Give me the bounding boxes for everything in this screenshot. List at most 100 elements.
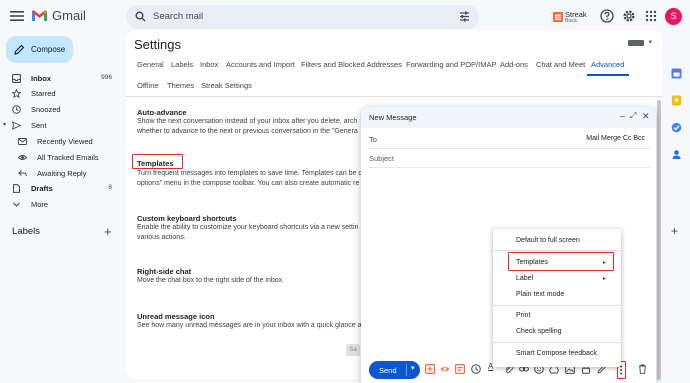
help-icon[interactable] [600, 9, 614, 23]
clock-icon [12, 105, 21, 114]
tab-inbox[interactable]: Inbox [200, 60, 218, 69]
tab-chat-meet[interactable]: Chat and Meet [536, 60, 585, 69]
streak-plan: Basic [565, 18, 578, 24]
tab-streak-settings[interactable]: Streak Settings [201, 81, 252, 90]
submenu-arrow-icon: ▸ [603, 276, 607, 282]
tab-addons[interactable]: Add-ons [500, 60, 528, 69]
menu-item-check-spelling[interactable]: Check spelling [516, 328, 562, 335]
section-body: Show the next conversation instead of yo… [137, 118, 358, 125]
sidebar-item-label: Sent [31, 121, 47, 130]
subject-field[interactable]: Subject [369, 154, 394, 163]
tab-accounts-import[interactable]: Accounts and Import [226, 60, 295, 69]
section-body: whether to advance to the next or previo… [137, 128, 358, 135]
tasks-icon[interactable] [671, 122, 682, 133]
menu-icon [10, 11, 24, 21]
gmail-logo-icon [32, 10, 47, 21]
sidebar-item-count: 996 [101, 74, 112, 81]
track-eye-icon[interactable] [440, 364, 450, 374]
send-button[interactable]: Send ▾ [369, 361, 420, 379]
apps-grid-icon[interactable] [645, 10, 657, 22]
divider [406, 364, 407, 376]
recipient-options[interactable]: Mail Merge Cc Bcc [586, 135, 645, 142]
search-input[interactable]: Search mail [153, 11, 203, 22]
save-changes-button[interactable]: Sa [346, 344, 360, 356]
gmail-logo[interactable]: Gmail [31, 8, 86, 23]
keep-icon[interactable] [671, 95, 682, 106]
input-tools-icon[interactable] [628, 40, 644, 46]
contacts-icon[interactable] [671, 149, 682, 160]
streak-button[interactable]: Streak Basic [553, 9, 593, 27]
sidebar-item-sent[interactable]: ▾ Sent [0, 118, 122, 133]
menu-item-smart-compose-feedback[interactable]: Smart Compose feedback [516, 350, 597, 357]
streak-icon [553, 12, 563, 22]
sidebar-item-label: Inbox [31, 74, 51, 83]
sidebar-item-drafts[interactable]: Drafts 8 [0, 181, 122, 196]
sidebar-item-label: More [31, 200, 49, 209]
send-label: Send [379, 366, 397, 375]
sidebar-item-label: Starred [31, 89, 56, 98]
search-bar[interactable]: Search mail [126, 5, 479, 29]
section-title: Unread message icon [137, 312, 215, 321]
tune-icon[interactable] [459, 11, 470, 22]
close-icon[interactable]: ✕ [642, 111, 650, 122]
section-title: Templates [137, 159, 174, 168]
tab-general[interactable]: General [137, 60, 164, 69]
sidebar-item-starred[interactable]: Starred [0, 86, 122, 101]
snippet-icon[interactable] [455, 364, 465, 374]
menu-item-templates[interactable]: Templates [516, 259, 548, 266]
menu-item-print[interactable]: Print [516, 312, 530, 319]
chevron-down-icon[interactable]: ▾ [648, 38, 652, 46]
menu-item-full-screen[interactable]: Default to full screen [516, 237, 580, 244]
add-addon-button[interactable]: + [671, 224, 678, 238]
tab-themes[interactable]: Themes [167, 81, 194, 90]
account-avatar[interactable]: S [665, 8, 682, 25]
settings-gear-icon[interactable] [622, 9, 636, 23]
section-title: Right-side chat [137, 267, 192, 276]
expand-caret-icon[interactable]: ▾ [3, 121, 6, 128]
divider [126, 96, 662, 97]
scrollbar-thumb[interactable] [657, 100, 661, 380]
minimize-icon[interactable]: – [620, 111, 625, 121]
tab-filters[interactable]: Filters and Blocked Addresses [301, 60, 402, 69]
section-body: Enable the ability to customize your key… [137, 224, 359, 231]
reply-icon [18, 170, 27, 177]
trash-icon[interactable] [638, 364, 647, 374]
eye-icon [18, 155, 27, 160]
main-menu-button[interactable] [10, 10, 24, 22]
sidebar-item-all-tracked[interactable]: All Tracked Emails [0, 150, 122, 165]
search-icon[interactable] [135, 11, 146, 22]
tab-offline[interactable]: Offline [137, 81, 159, 90]
tab-labels[interactable]: Labels [171, 60, 193, 69]
sidebar-item-label: Recently Viewed [37, 137, 93, 146]
menu-item-label[interactable]: Label [516, 275, 533, 282]
sidebar-item-awaiting-reply[interactable]: Awaiting Reply [0, 166, 122, 181]
tab-forwarding[interactable]: Forwarding and POP/IMAP [406, 60, 496, 69]
compose-title: New Message [369, 113, 417, 122]
envelope-icon [18, 138, 27, 145]
sidebar-item-snoozed[interactable]: Snoozed [0, 102, 122, 117]
inbox-icon [12, 74, 21, 83]
draft-icon [13, 184, 20, 193]
add-label-button[interactable]: + [104, 224, 112, 239]
compose-header[interactable]: New Message – ⤢ ✕ [361, 107, 656, 128]
divider [493, 305, 621, 306]
to-label[interactable]: To [369, 135, 377, 144]
divider [493, 342, 621, 343]
star-icon [12, 89, 21, 98]
more-options-menu: Default to full screen Templates ▸ Label… [493, 229, 621, 367]
menu-item-plain-text[interactable]: Plain text mode [516, 291, 564, 298]
compose-button[interactable]: Compose [6, 36, 73, 63]
divider [493, 250, 621, 251]
sidebar-item-recently-viewed[interactable]: Recently Viewed [0, 134, 122, 149]
calendar-icon[interactable] [671, 68, 682, 79]
send-options-icon[interactable]: ▾ [411, 364, 415, 372]
sidebar-item-label: Snoozed [31, 105, 61, 114]
active-tab-indicator [587, 74, 629, 76]
sidebar-item-inbox[interactable]: Inbox 996 [0, 71, 122, 86]
tab-advanced[interactable]: Advanced [591, 60, 624, 69]
sidebar-item-more[interactable]: More [0, 197, 122, 212]
streak-template-icon[interactable] [425, 364, 435, 374]
page-title: Settings [134, 37, 181, 52]
pop-out-icon[interactable]: ⤢ [630, 111, 636, 121]
schedule-clock-icon[interactable] [471, 364, 481, 374]
